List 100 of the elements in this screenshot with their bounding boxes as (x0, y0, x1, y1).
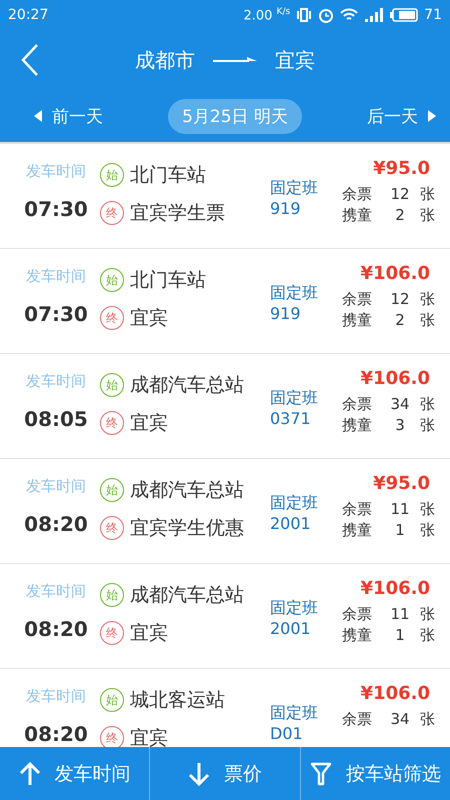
count-label: 余票 (342, 710, 373, 729)
count-label: 余票 (342, 395, 373, 414)
count-unit: 张 (420, 311, 436, 330)
end-badge: 终 (100, 516, 124, 540)
trip-row[interactable]: 发车时间 08:20 始 城北客运站 终 宜宾 固定班 D01 ¥106.0 余票 34 张 (0, 669, 450, 747)
count-unit: 张 (420, 710, 436, 729)
route-number: 2001 (270, 514, 312, 533)
end-station: 宜宾 (130, 726, 168, 747)
destination-city: 宜宾 (275, 46, 315, 74)
count-unit: 张 (420, 626, 436, 645)
start-badge: 始 (100, 688, 124, 712)
start-station: 城北客运站 (130, 688, 225, 713)
count-label: 携童 (342, 206, 373, 225)
count-label: 余票 (342, 185, 373, 204)
end-badge: 终 (100, 201, 124, 225)
signal-icon (364, 7, 384, 23)
departure-label: 发车时间 (26, 477, 86, 496)
route-type: 固定班 (270, 388, 319, 409)
count-label: 携童 (342, 626, 373, 645)
count-unit: 张 (420, 206, 436, 225)
sort-button[interactable]: 票价 (150, 747, 301, 800)
ticket-price: ¥106.0 (360, 683, 431, 704)
count-unit: 张 (420, 290, 436, 309)
count-value: 12 (389, 185, 411, 204)
network-speed: 2.00 $^{K/s}$ (243, 6, 290, 24)
sort-button[interactable]: 发车时间 (0, 747, 150, 800)
filter-icon (310, 760, 332, 786)
departure-label: 发车时间 (26, 582, 86, 601)
back-icon[interactable] (20, 43, 40, 77)
ticket-price: ¥95.0 (373, 473, 431, 494)
count-label: 携童 (342, 521, 373, 540)
departure-time: 07:30 (24, 197, 88, 221)
count-value: 2 (394, 206, 406, 225)
trip-row[interactable]: 发车时间 08:05 始 成都汽车总站 终 宜宾 固定班 0371 ¥106.0 余票 34 张 携童 3 张 (0, 354, 450, 458)
start-badge: 始 (100, 478, 124, 502)
end-station: 宜宾 (130, 621, 168, 646)
count-value: 11 (389, 500, 411, 519)
left-triangle-icon (34, 110, 42, 122)
count-value: 12 (389, 290, 411, 309)
count-unit: 张 (420, 416, 436, 435)
route-type: 固定班 (270, 493, 319, 514)
vibrate-icon (296, 7, 312, 23)
departure-label: 发车时间 (26, 687, 86, 706)
down-arrow-icon (188, 760, 210, 786)
trip-row[interactable]: 发车时间 08:20 始 成都汽车总站 终 宜宾 固定班 2001 ¥106.0 余票 11 张 携童 1 张 (0, 564, 450, 668)
end-station: 宜宾学生票 (130, 201, 225, 226)
count-unit: 张 (420, 185, 436, 204)
route-type: 固定班 (270, 703, 319, 724)
end-station: 宜宾 (130, 411, 168, 436)
departure-label: 发车时间 (26, 162, 86, 181)
start-station: 北门车站 (130, 163, 206, 188)
current-date: 5月25日 明天 (168, 98, 302, 134)
count-value: 1 (394, 626, 406, 645)
up-arrow-icon (18, 760, 41, 786)
route-number: 2001 (270, 619, 312, 638)
end-badge: 终 (100, 306, 124, 330)
previous-day-button[interactable]: 前一天 (34, 104, 103, 128)
end-badge: 终 (100, 621, 124, 645)
departure-label: 发车时间 (26, 267, 86, 286)
start-badge: 始 (100, 268, 124, 292)
count-unit: 张 (420, 500, 436, 519)
start-badge: 始 (100, 373, 124, 397)
count-label: 携童 (342, 311, 373, 330)
count-unit: 张 (420, 395, 436, 414)
trip-row[interactable]: 发车时间 07:30 始 北门车站 终 宜宾学生票 固定班 919 ¥95.0 余票 12 张 携童 2 张 (0, 144, 450, 248)
end-station: 宜宾学生优惠 (130, 516, 244, 541)
departure-time: 08:05 (24, 407, 88, 431)
battery-icon (390, 7, 418, 23)
route-type: 固定班 (270, 598, 319, 619)
departure-time: 08:20 (24, 722, 88, 746)
departure-time: 08:20 (24, 512, 88, 536)
route-number: 919 (270, 199, 302, 218)
end-station: 宜宾 (130, 306, 168, 331)
start-station: 北门车站 (130, 268, 206, 293)
count-value: 11 (389, 605, 411, 624)
ticket-price: ¥95.0 (373, 158, 431, 179)
count-unit: 张 (420, 605, 436, 624)
start-station: 成都汽车总站 (130, 583, 244, 608)
ticket-price: ¥106.0 (360, 368, 431, 389)
ticket-price: ¥106.0 (360, 578, 431, 599)
route-type: 固定班 (270, 283, 319, 304)
start-badge: 始 (100, 583, 124, 607)
sort-button[interactable]: 按车站筛选 (300, 747, 450, 800)
count-value: 34 (389, 710, 411, 729)
ticket-price: ¥106.0 (360, 263, 431, 284)
count-label: 余票 (342, 605, 373, 624)
status-time: 20:27 (8, 7, 48, 23)
trip-row[interactable]: 发车时间 07:30 始 北门车站 终 宜宾 固定班 919 ¥106.0 余票 12 张 携童 2 张 (0, 249, 450, 353)
departure-label: 发车时间 (26, 372, 86, 391)
route-number: 0371 (270, 409, 312, 428)
count-value: 3 (394, 416, 406, 435)
alarm-icon (318, 7, 334, 23)
end-badge: 终 (100, 411, 124, 435)
departure-time: 08:20 (24, 617, 88, 641)
route-number: 919 (270, 304, 302, 323)
next-day-button[interactable]: 后一天 (366, 104, 436, 128)
route-number: D01 (270, 724, 304, 743)
trip-row[interactable]: 发车时间 08:20 始 成都汽车总站 终 宜宾学生优惠 固定班 2001 ¥95.0 余票 11 张 携童 1 张 (0, 459, 450, 563)
route-type: 固定班 (270, 178, 319, 199)
origin-city: 成都市 (135, 46, 195, 74)
